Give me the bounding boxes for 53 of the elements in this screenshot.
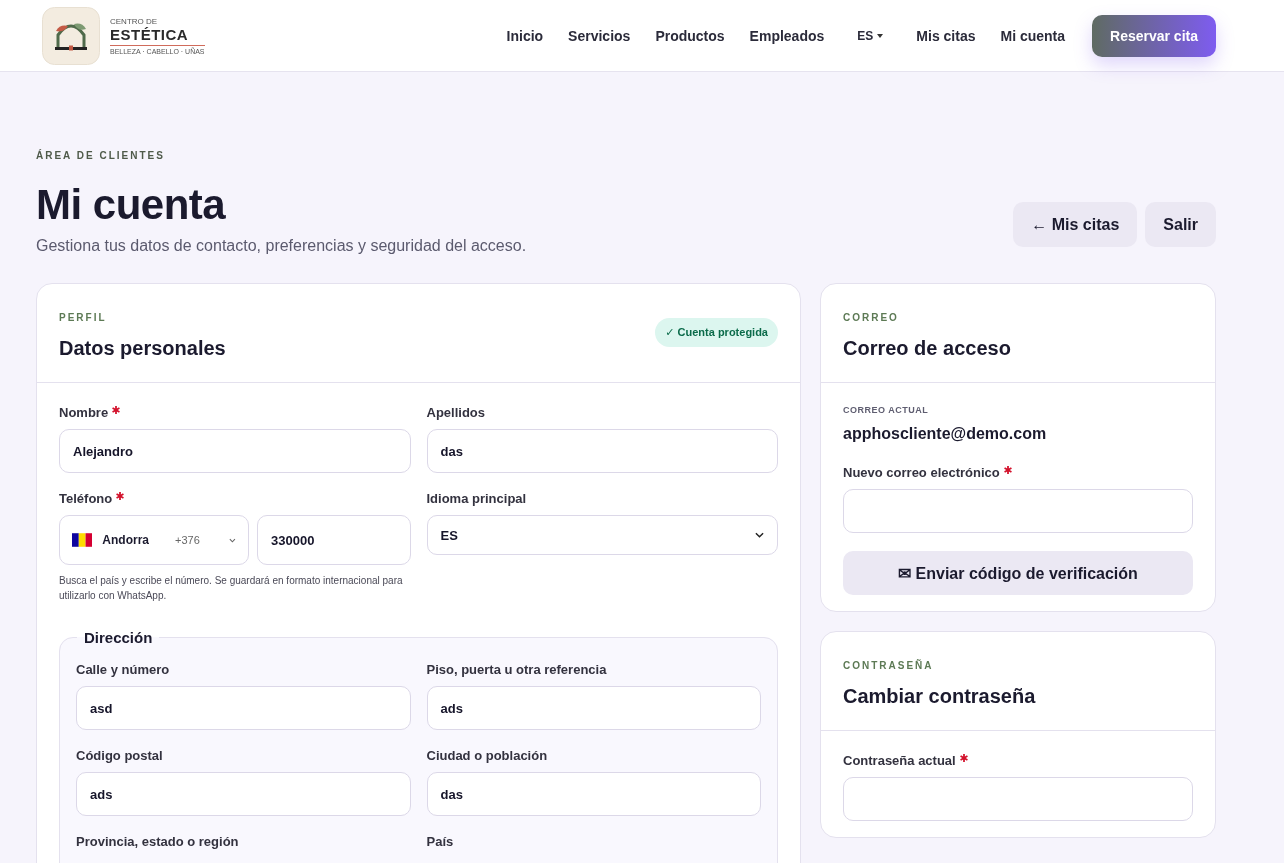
text-field[interactable]: ads [76, 772, 411, 816]
status-badge: ✓ Cuenta protegida [655, 318, 778, 347]
chevron-icon [229, 537, 236, 543]
field-label: Ciudad o población [426, 748, 548, 763]
fieldset-legend: Dirección [77, 629, 160, 646]
field-label: País [426, 834, 454, 849]
card-eyebrow: CORREO [843, 312, 900, 323]
field-label: Contraseña actual [843, 753, 956, 768]
field-label: Idioma principal [426, 491, 527, 506]
text-field[interactable]: asd [76, 686, 411, 730]
send-code-button[interactable]: ✉ Enviar código de verificación [843, 551, 1193, 595]
nav-link[interactable]: Servicios [568, 27, 631, 44]
current-email-label: CORREO ACTUAL [843, 405, 930, 415]
language-dropdown[interactable]: ES [857, 28, 884, 43]
book-appointment-button[interactable]: Reservar cita [1092, 14, 1216, 57]
country-select[interactable]: Andorra +376 [59, 515, 249, 565]
field-label: Calle y número [76, 662, 170, 677]
header-action-button[interactable]: Salir [1145, 202, 1216, 247]
field-label: Código postal [76, 748, 163, 763]
field-hint: Busca el país y escribe el número. Se guardará en formato internacional para utilizarlo con WhatsApp. [59, 574, 404, 603]
header-action-button[interactable]: ← Mis citas [1013, 202, 1138, 247]
text-field[interactable]: ads [426, 686, 761, 730]
field-label: Nuevo correo electrónico [843, 465, 1000, 480]
language-select[interactable]: ES [426, 515, 778, 555]
field-label: Piso, puerta u otra referencia [426, 662, 607, 677]
text-field[interactable]: das [426, 429, 778, 473]
page-title: Mi cuenta [36, 181, 227, 229]
card-title: Datos personales [59, 337, 226, 360]
field-label: Nombre [59, 405, 109, 420]
current-email: apphoscliente@demo.com [843, 425, 1048, 443]
field-label: Teléfono [59, 491, 113, 506]
flag-icon [72, 533, 93, 547]
nav-link[interactable]: Mis citas [916, 27, 976, 44]
card-title: Correo de acceso [843, 337, 1011, 360]
card-eyebrow: CONTRASEÑA [843, 660, 935, 671]
text-field[interactable]: das [426, 772, 761, 816]
field-label: Apellidos [426, 405, 485, 420]
logo-subtitle: CENTRO DE [110, 16, 159, 26]
text-field[interactable]: Alejandro [59, 429, 411, 473]
caret-icon [877, 33, 884, 38]
nav-link[interactable]: Empleados [749, 27, 825, 44]
logo-icon [42, 6, 100, 65]
card-eyebrow: PERFIL [59, 312, 108, 323]
phone-number-field[interactable]: 330000 [257, 515, 411, 565]
chevron-icon [755, 532, 764, 538]
logo-name: ESTÉTICA [110, 25, 205, 46]
nav-link[interactable]: Inicio [506, 27, 544, 44]
field-label: Provincia, estado o región [76, 834, 239, 849]
page-subtitle: Gestiona tus datos de contacto, preferencias y seguridad del acceso. [36, 237, 527, 255]
nav-link[interactable]: Productos [655, 27, 725, 44]
card-title: Cambiar contraseña [843, 685, 1036, 708]
section-eyebrow: ÁREA DE CLIENTES [36, 150, 166, 161]
nav-link[interactable]: Mi cuenta [1000, 27, 1066, 44]
